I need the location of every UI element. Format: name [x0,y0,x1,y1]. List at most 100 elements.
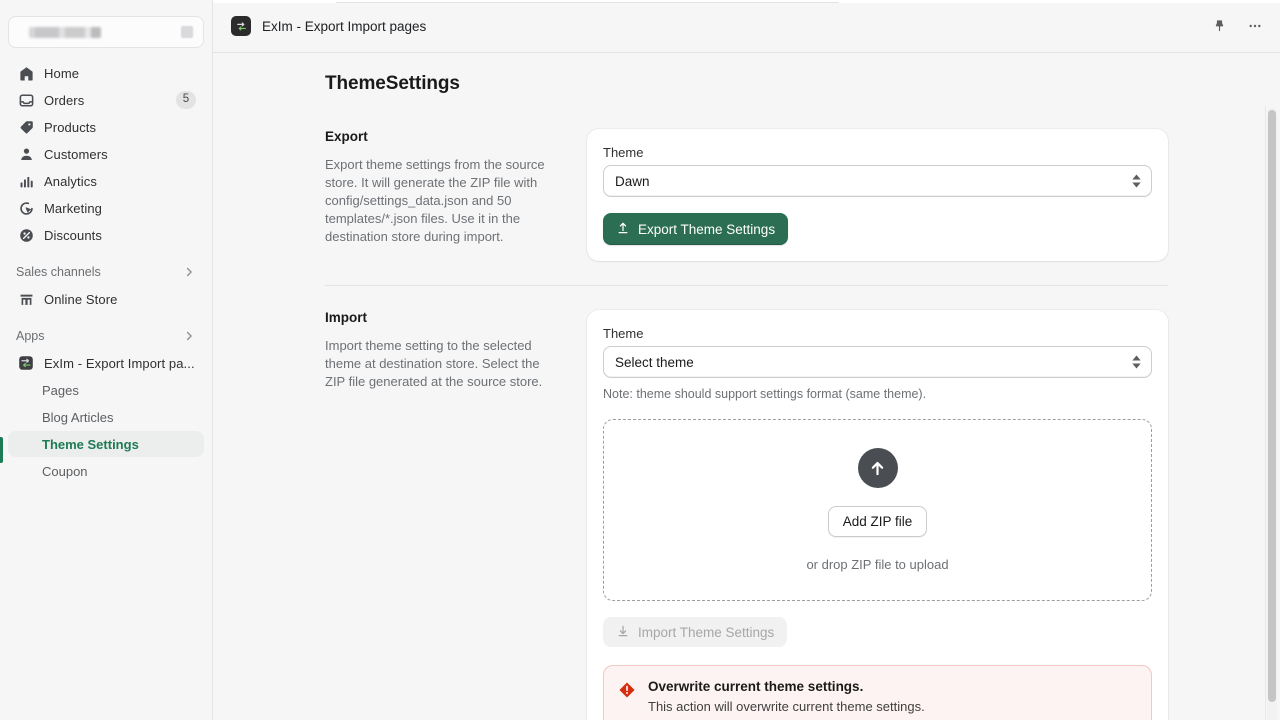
import-card: Theme Select theme Note: theme should su… [587,310,1168,720]
topbar-actions [1208,15,1266,37]
sidebar-item-label: Home [44,65,80,81]
export-theme-settings-button[interactable]: Export Theme Settings [603,213,789,245]
sidebar-item-products[interactable]: Products [8,114,204,140]
import-theme-select[interactable]: Select theme [603,346,1152,378]
banner-body: Overwrite current theme settings. This a… [648,679,1039,720]
alert-diamond-icon [618,681,636,720]
customers-person-icon [16,144,36,164]
import-theme-settings-button[interactable]: Import Theme Settings [603,617,788,647]
export-card-column: Theme Dawn Export Theme Settings [587,129,1168,261]
search-redacted-text [29,26,101,38]
sidebar-item-discounts[interactable]: Discounts [8,222,204,248]
export-button-label: Export Theme Settings [638,221,776,237]
import-theme-label: Theme [603,326,644,341]
window-top-tab-edge [336,0,839,3]
export-theme-value: Dawn [615,173,650,189]
page-content: ThemeSettings Export Export theme settin… [213,53,1280,720]
sidebar-item-orders[interactable]: Orders 5 [8,87,204,113]
import-theme-value: Select theme [615,354,694,370]
sales-channels-header[interactable]: Sales channels [8,258,204,286]
storefront-icon [16,289,36,309]
zip-dropzone[interactable]: Add ZIP file or drop ZIP file to upload [603,419,1152,601]
sidebar-item-analytics[interactable]: Analytics [8,168,204,194]
add-zip-file-button[interactable]: Add ZIP file [827,506,928,537]
discounts-tag-percent-icon [16,225,36,245]
download-icon [616,624,630,641]
sidebar-item-exim-app[interactable]: ExIm - Export Import pa... [8,350,204,376]
active-item-accent-bar [0,437,3,463]
chevron-updown-icon [1132,355,1141,369]
analytics-bars-icon [16,171,36,191]
vertical-scrollbar[interactable] [1267,108,1277,720]
sidebar-item-coupon[interactable]: Coupon [8,458,204,484]
section-divider [325,285,1168,286]
export-section: Export Export theme settings from the so… [325,129,1280,261]
orders-count-badge: 5 [176,91,196,109]
pin-icon[interactable] [1208,15,1230,37]
sidebar-item-home[interactable]: Home [8,60,204,86]
primary-nav: Home Orders 5 Products Customers Analyti… [0,58,212,484]
banner-line: This action will overwrite current theme… [648,699,925,714]
sidebar-item-blog-articles[interactable]: Blog Articles [8,404,204,430]
sidebar-subitem-label: Theme Settings [42,436,139,452]
sidebar-item-label: Online Store [44,291,118,307]
app-topbar: ExIm - Export Import pages [213,0,1280,53]
import-card-column: Theme Select theme Note: theme should su… [587,310,1168,720]
upload-icon [616,221,630,238]
overwrite-warning-banner: Overwrite current theme settings. This a… [603,665,1152,720]
import-button-label: Import Theme Settings [638,624,775,640]
chevron-updown-icon [1132,174,1141,188]
sidebar-item-label: ExIm - Export Import pa... [44,355,195,371]
sidebar-subitem-label: Coupon [42,463,88,479]
main-area: ExIm - Export Import pages ThemeSettings… [213,0,1280,720]
import-section: Import Import theme setting to the selec… [325,310,1280,720]
import-description: Import theme setting to the selected the… [325,338,543,389]
page-title: ThemeSettings [325,73,460,94]
exim-app-icon [16,353,36,373]
vertical-scrollbar-thumb[interactable] [1268,110,1276,702]
export-description-column: Export Export theme settings from the so… [325,129,587,261]
scroll-track-edge [1265,106,1266,720]
products-tag-icon [16,117,36,137]
chevron-right-icon[interactable] [182,329,196,343]
sidebar-item-marketing[interactable]: Marketing [8,195,204,221]
sidebar-item-label: Analytics [44,173,97,189]
banner-title: Overwrite current theme settings. [648,679,864,694]
more-horizontal-icon[interactable] [1244,15,1266,37]
import-theme-note: Note: theme should support settings form… [603,387,927,401]
sidebar-item-online-store[interactable]: Online Store [8,286,204,312]
apps-header[interactable]: Apps [8,322,204,350]
exim-app-icon [231,16,251,36]
sidebar-item-label: Marketing [44,200,102,216]
export-heading: Export [325,129,368,144]
search-shortcut-badge [181,26,193,38]
sidebar-item-label: Discounts [44,227,102,243]
export-theme-select[interactable]: Dawn [603,165,1152,197]
sidebar-item-customers[interactable]: Customers [8,141,204,167]
home-icon [16,63,36,83]
sidebar-item-pages[interactable]: Pages [8,377,204,403]
orders-inbox-icon [16,90,36,110]
sidebar-item-label: Orders [44,92,85,108]
content-scroll-area: ThemeSettings Export Export theme settin… [213,53,1280,720]
sidebar-subitem-label: Pages [42,382,79,398]
chevron-right-icon[interactable] [182,265,196,279]
app-title: ExIm - Export Import pages [262,18,427,34]
sidebar: Home Orders 5 Products Customers Analyti… [0,0,213,720]
search-input[interactable] [8,16,204,48]
sidebar-item-label: Products [44,119,97,135]
sidebar-item-theme-settings[interactable]: Theme Settings [8,431,204,457]
banner-line: This action is not recommended for live … [648,716,1039,720]
marketing-target-icon [16,198,36,218]
apps-label: Apps [16,329,45,343]
upload-arrow-circle-icon [857,448,898,488]
add-zip-file-label: Add ZIP file [842,514,913,529]
app-window: Home Orders 5 Products Customers Analyti… [0,0,1280,720]
sales-channels-label: Sales channels [16,265,101,279]
sidebar-subitem-label: Blog Articles [42,409,114,425]
export-theme-label: Theme [603,145,644,160]
export-description: Export theme settings from the source st… [325,157,545,244]
sidebar-item-label: Customers [44,146,108,162]
dropzone-hint: or drop ZIP file to upload [806,557,949,572]
import-heading: Import [325,310,367,325]
